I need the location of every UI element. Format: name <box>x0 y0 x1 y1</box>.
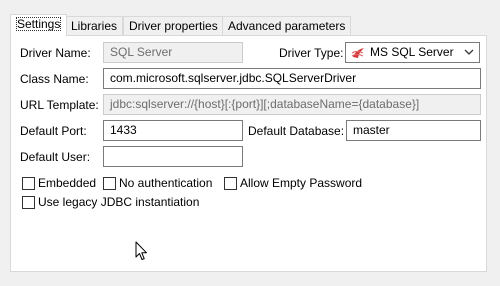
legacy-jdbc-checkbox-box[interactable] <box>22 195 35 209</box>
ms-sql-server-icon <box>351 48 364 58</box>
chevron-down-icon <box>464 49 474 55</box>
class-name-label: Class Name: <box>20 72 89 86</box>
driver-type-value: MS SQL Server <box>370 45 454 59</box>
driver-name-field[interactable]: SQL Server <box>103 42 243 63</box>
embedded-checkbox[interactable]: Embedded <box>22 175 96 191</box>
mouse-cursor-icon <box>135 241 147 260</box>
allow-empty-password-checkbox-box[interactable] <box>224 176 237 190</box>
embedded-checkbox-label: Embedded <box>38 176 97 190</box>
tab-driver-properties[interactable]: Driver properties <box>123 16 224 35</box>
default-user-field[interactable] <box>103 146 243 167</box>
allow-empty-password-checkbox-label: Allow Empty Password <box>240 176 363 190</box>
driver-type-label: Driver Type: <box>279 46 344 60</box>
tab-libraries[interactable]: Libraries <box>65 16 124 35</box>
default-database-field[interactable]: master <box>346 120 481 141</box>
tab-advanced-parameters[interactable]: Advanced parameters <box>222 16 352 35</box>
driver-type-select[interactable]: MS SQL Server <box>345 42 480 63</box>
no-authentication-checkbox-box[interactable] <box>103 176 116 190</box>
driver-name-label: Driver Name: <box>20 46 91 60</box>
embedded-checkbox-box[interactable] <box>22 176 35 190</box>
tab-libraries-label: Libraries <box>71 19 118 33</box>
tab-driver-properties-label: Driver properties <box>129 19 218 33</box>
default-user-label: Default User: <box>20 150 91 164</box>
default-port-label: Default Port: <box>20 124 87 138</box>
tab-settings[interactable]: Settings <box>10 14 68 36</box>
allow-empty-password-checkbox[interactable]: Allow Empty Password <box>224 175 362 191</box>
default-port-field[interactable]: 1433 <box>103 120 243 141</box>
legacy-jdbc-checkbox-label: Use legacy JDBC instantiation <box>38 195 200 209</box>
url-template-field[interactable]: jdbc:sqlserver://{host}[:{port}][;databa… <box>103 94 481 115</box>
legacy-jdbc-checkbox[interactable]: Use legacy JDBC instantiation <box>22 194 199 210</box>
class-name-field[interactable]: com.microsoft.sqlserver.jdbc.SQLServerDr… <box>103 68 481 89</box>
no-authentication-checkbox-label: No authentication <box>119 176 213 190</box>
default-database-label: Default Database: <box>248 124 345 138</box>
url-template-label: URL Template: <box>20 98 99 112</box>
no-authentication-checkbox[interactable]: No authentication <box>103 175 212 191</box>
tab-settings-label: Settings <box>16 17 62 31</box>
tab-advanced-parameters-label: Advanced parameters <box>228 19 346 33</box>
